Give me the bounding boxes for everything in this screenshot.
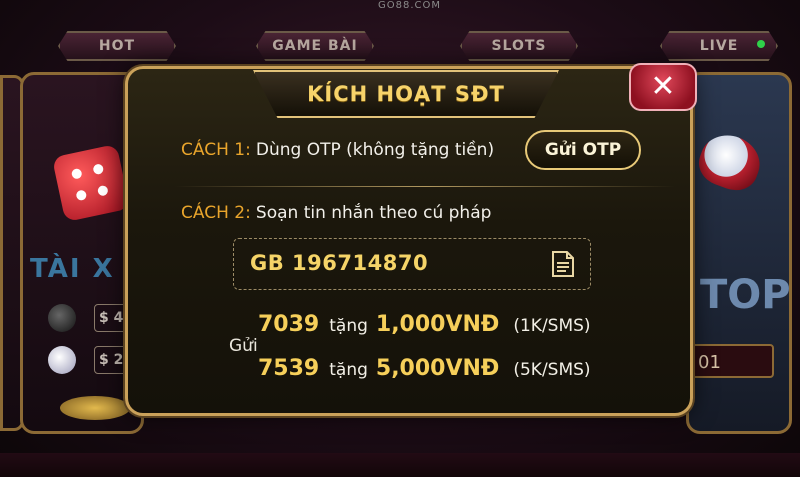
divider (175, 186, 675, 187)
tab-game-bai[interactable]: GAME BÀI (256, 31, 374, 61)
send-otp-button[interactable]: Gửi OTP (525, 130, 641, 170)
copy-icon[interactable] (550, 249, 576, 279)
black-chip-icon (48, 304, 76, 332)
modal-title-plate: KÍCH HOẠT SĐT (253, 70, 559, 118)
modal-title: KÍCH HOẠT SĐT (307, 82, 505, 106)
live-indicator-dot (757, 40, 765, 48)
lobby-floor (0, 453, 800, 477)
option-2-label: CÁCH 2: (181, 203, 251, 223)
coins-icon (60, 396, 130, 420)
dice-icon (51, 143, 131, 223)
option-1-label: CÁCH 1: (181, 140, 251, 160)
brand-logo-text: GO88.COM (378, 0, 442, 11)
option-2-text: Soạn tin nhắn theo cú pháp (255, 203, 492, 223)
sms-unit: (1K/SMS) (513, 316, 591, 336)
close-button[interactable]: ✕ (629, 63, 697, 111)
option-1-text: Dùng OTP (không tặng tiền) (255, 140, 495, 160)
sms-price-row: 7039 tặng 1,000VNĐ (1K/SMS) (258, 312, 591, 337)
gift-amount: 1,000VNĐ (375, 312, 500, 337)
option-1-row: CÁCH 1: Dùng OTP (không tặng tiền) (181, 140, 494, 160)
sms-syntax-box: GB 196714870 (233, 238, 591, 290)
tab-hot[interactable]: HOT (58, 31, 176, 61)
white-chip-icon (48, 346, 76, 374)
close-icon: ✕ (650, 69, 676, 104)
tab-slots[interactable]: SLOTS (460, 31, 578, 61)
sms-number: 7539 (258, 356, 320, 381)
gift-word: tặng (329, 360, 368, 380)
gift-amount: 5,000VNĐ (375, 356, 500, 381)
sms-number: 7039 (258, 312, 320, 337)
gift-word: tặng (329, 316, 368, 336)
sms-syntax-text: GB 196714870 (250, 251, 429, 275)
option-2-row: CÁCH 2: Soạn tin nhắn theo cú pháp (181, 203, 491, 223)
send-label: Gửi (229, 336, 258, 356)
jackpot-value-box: 01 (688, 344, 774, 378)
sms-price-row: 7539 tặng 5,000VNĐ (5K/SMS) (258, 356, 591, 381)
sms-unit: (5K/SMS) (513, 360, 591, 380)
tai-xiu-title: TÀI X (30, 254, 115, 284)
jackpot-title: TOP (700, 272, 791, 318)
